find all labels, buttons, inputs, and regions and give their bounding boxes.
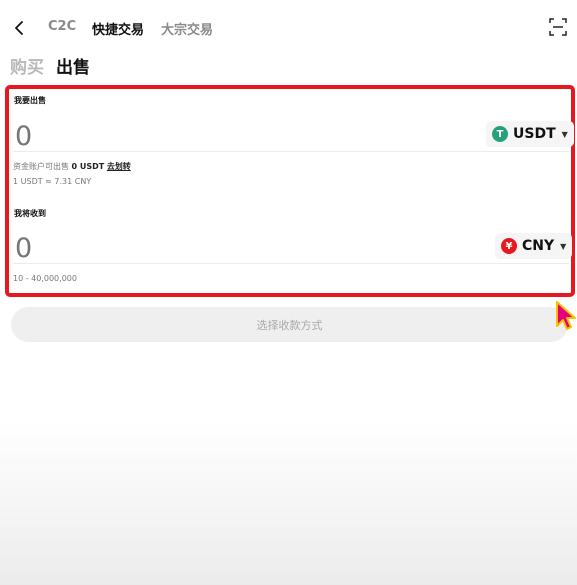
mouse-cursor-icon — [556, 301, 576, 330]
back-arrow-icon[interactable] — [10, 16, 30, 40]
tab-quick-trade[interactable]: 快捷交易 — [92, 19, 144, 38]
receive-label: 我将收到 — [14, 209, 46, 218]
tab-buy[interactable]: 购买 — [10, 53, 44, 78]
divider — [13, 151, 569, 152]
select-payment-method-button[interactable]: 选择收款方式 — [11, 307, 568, 342]
tab-c2c[interactable]: C2C — [48, 19, 76, 34]
usdt-icon: T — [492, 126, 508, 142]
tab-sell[interactable]: 出售 — [56, 53, 90, 78]
receive-currency-select[interactable]: ¥ CNY ▼ — [495, 233, 573, 259]
available-balance: 资金账户可出售 0 USDT 去划转 — [13, 161, 131, 172]
divider — [13, 263, 569, 264]
transfer-link[interactable]: 去划转 — [107, 162, 131, 171]
exchange-rate: 1 USDT ≈ 7.31 CNY — [13, 177, 92, 186]
receive-currency-label: CNY — [522, 238, 555, 254]
cny-icon: ¥ — [501, 238, 517, 254]
balance-value: 0 USDT — [71, 162, 105, 171]
chevron-down-icon: ▼ — [560, 241, 567, 251]
balance-prefix: 资金账户可出售 — [13, 162, 69, 171]
scan-icon[interactable] — [549, 18, 567, 36]
sell-label: 我要出售 — [14, 96, 46, 105]
sell-amount-input[interactable] — [13, 119, 213, 153]
trade-panel: 我要出售 T USDT ▼ 资金账户可出售 0 USDT 去划转 1 USDT … — [5, 85, 575, 297]
top-nav: C2C 快捷交易 大宗交易 — [0, 0, 577, 56]
chevron-down-icon: ▼ — [561, 129, 568, 139]
amount-range: 10 - 40,000,000 — [13, 274, 77, 283]
tab-block-trade[interactable]: 大宗交易 — [161, 19, 213, 38]
sell-currency-select[interactable]: T USDT ▼ — [486, 121, 574, 147]
sell-currency-label: USDT — [513, 126, 556, 142]
receive-amount-input[interactable] — [13, 231, 213, 265]
